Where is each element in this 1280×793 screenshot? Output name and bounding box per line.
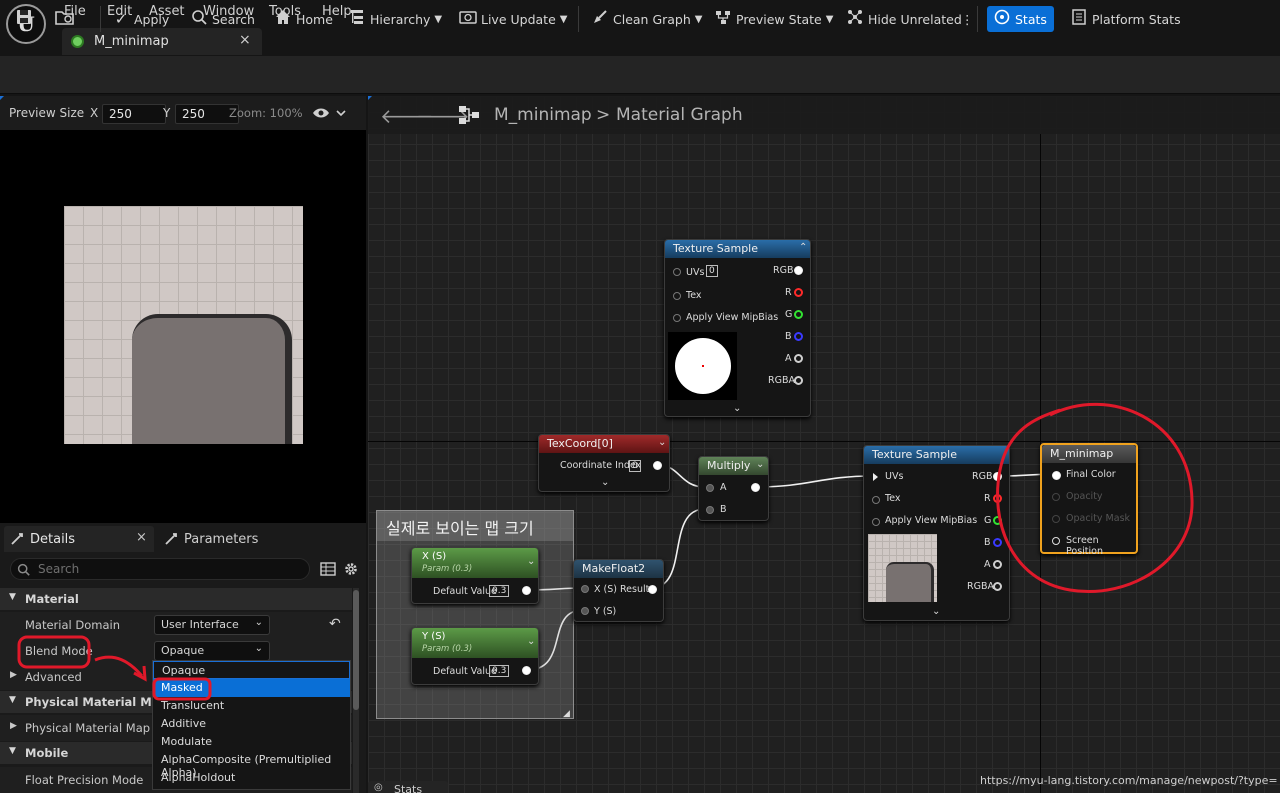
url-watermark: https://myu-lang.tistory.com/manage/newp… [980, 774, 1278, 787]
stats-panel-tab[interactable]: ◎ Stats [368, 781, 448, 793]
annotation-blend-mode-box [17, 635, 91, 669]
red-annotations [17, 402, 1194, 701]
annotation-result-circle [996, 402, 1194, 593]
stats-tab-label: Stats [394, 783, 423, 793]
annotation-masked-box [152, 677, 212, 701]
stats-tab-icon: ◎ [374, 782, 383, 793]
